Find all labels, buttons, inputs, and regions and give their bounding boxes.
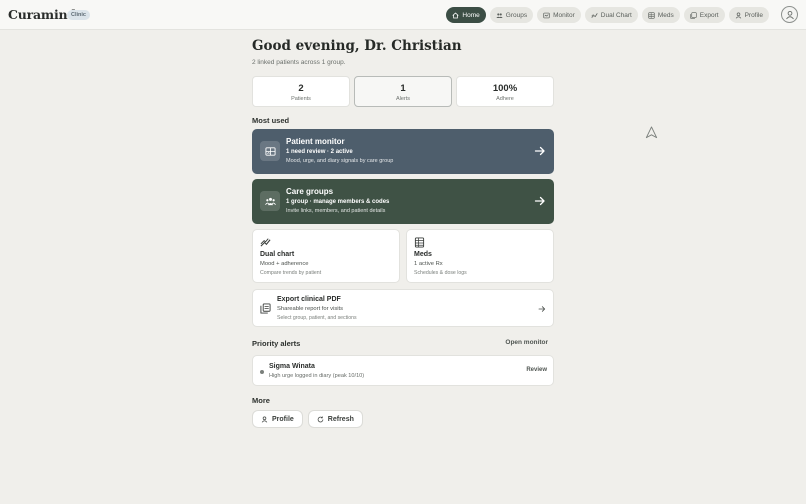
export-pdf-summary: Shareable report for visits [277,306,344,312]
more-heading: More [252,396,270,405]
page-title: Good evening, Dr. Christian [252,38,462,54]
nav-dual-chart-button[interactable]: Dual Chart [584,7,638,23]
open-monitor-link[interactable]: Open monitor [505,339,548,346]
dual-chart-card[interactable]: Dual chart Mood + adherence Compare tren… [252,229,400,283]
nav-meds-button[interactable]: Meds [641,7,680,23]
grid-icon [648,11,655,19]
trend-icon [591,12,598,18]
meds-card[interactable]: Meds 1 active Rx Schedules & dose logs [406,229,554,283]
care-groups-description: Invite links, members, and patient detai… [286,208,386,214]
refresh-button[interactable]: Refresh [307,410,363,428]
care-groups-summary: 1 group · manage members & codes [286,199,390,205]
nav-export-label: Export [699,11,719,19]
alert-status-dot [260,370,264,374]
more-actions: Profile Refresh [252,410,363,428]
arrow-right-icon [538,306,546,312]
meds-title: Meds [414,251,432,258]
patient-monitor-card[interactable]: Patient monitor 1 need review · 2 active… [252,129,554,174]
stat-patients[interactable]: 2 Patients [252,76,350,107]
dual-chart-summary: Mood + adherence [260,261,309,267]
export-icon [690,11,697,19]
monitor-card-icon-box [260,141,280,161]
patient-monitor-summary: 1 need review · 2 active [286,149,353,155]
refresh-icon [317,416,324,422]
nav-monitor-label: Monitor [553,11,575,19]
home-icon [452,12,459,18]
nav-groups-label: Groups [505,11,528,19]
nav-dual-chart-label: Dual Chart [600,11,632,19]
stat-label: Alerts [395,96,411,102]
nav-meds-label: Meds [657,11,674,19]
patient-monitor-title: Patient monitor [286,137,345,146]
meds-description: Schedules & dose logs [414,270,467,276]
refresh-button-label: Refresh [327,415,354,423]
nav-home-button[interactable]: Home [446,7,486,23]
stat-value: 100% [492,83,518,94]
profile-button[interactable]: Profile [252,410,303,428]
stat-alerts[interactable]: 1 Alerts [354,76,452,107]
nav-groups-button[interactable]: Groups [489,7,534,23]
care-groups-title: Care groups [286,187,334,196]
export-icon [260,303,271,314]
nav-profile-button[interactable]: Profile [728,7,769,23]
priority-alerts-header: Priority alerts Open monitor [252,339,554,351]
export-pdf-title: Export clinical PDF [277,296,341,303]
monitor-icon [543,12,550,18]
stat-value: 1 [400,83,406,94]
users-icon [264,197,276,205]
dual-chart-description: Compare trends by patient [260,270,322,276]
user-icon [785,10,794,19]
stat-adherence[interactable]: 100% Adhere [456,76,554,107]
stat-value: 2 [298,83,304,94]
arrow-right-icon [534,146,545,156]
trend-icon [260,238,271,247]
patient-monitor-description: Mood, urge, and diary signals by care gr… [286,158,394,164]
clinic-badge: Clinic [67,10,90,20]
care-groups-card[interactable]: Care groups 1 group · manage members & c… [252,179,554,224]
alert-detail: High urge logged in diary (peak 10/10) [269,373,365,379]
user-icon [735,12,741,19]
stat-label: Adhere [496,96,514,102]
page-subtitle: 2 linked patients across 1 group. [252,59,346,66]
review-button[interactable]: Review [526,367,547,373]
avatar[interactable] [781,6,798,23]
user-icon [261,416,268,423]
top-bar: Curamind Clinic Home Groups Monitor Dual… [0,0,806,30]
meds-summary: 1 active Rx [414,261,443,267]
nav-export-button[interactable]: Export [683,7,725,23]
main-nav: Home Groups Monitor Dual Chart Meds Expo… [446,7,769,23]
dashboard-icon [264,146,276,156]
stat-label: Patients [291,96,311,102]
most-used-heading: Most used [252,116,290,125]
brand-logo[interactable]: Curamind [8,7,76,22]
alert-patient-name: Sigma Winata [269,363,315,370]
stats-row: 2 Patients 1 Alerts 100% Adhere [252,76,554,107]
users-icon [496,12,503,18]
nav-home-label: Home [462,11,480,19]
priority-alerts-heading: Priority alerts [252,339,301,348]
nav-monitor-button[interactable]: Monitor [537,7,581,23]
profile-button-label: Profile [272,415,294,423]
arrow-right-icon [534,196,545,206]
navigation-arrow-icon [645,126,658,139]
alert-item[interactable]: Sigma Winata High urge logged in diary (… [252,355,554,386]
dual-chart-title: Dual chart [260,251,295,258]
groups-card-icon-box [260,191,280,211]
nav-profile-label: Profile [744,11,763,19]
export-pdf-card[interactable]: Export clinical PDF Shareable report for… [252,289,554,327]
grid-icon [414,237,425,248]
export-pdf-description: Select group, patient, and sections [277,315,357,321]
